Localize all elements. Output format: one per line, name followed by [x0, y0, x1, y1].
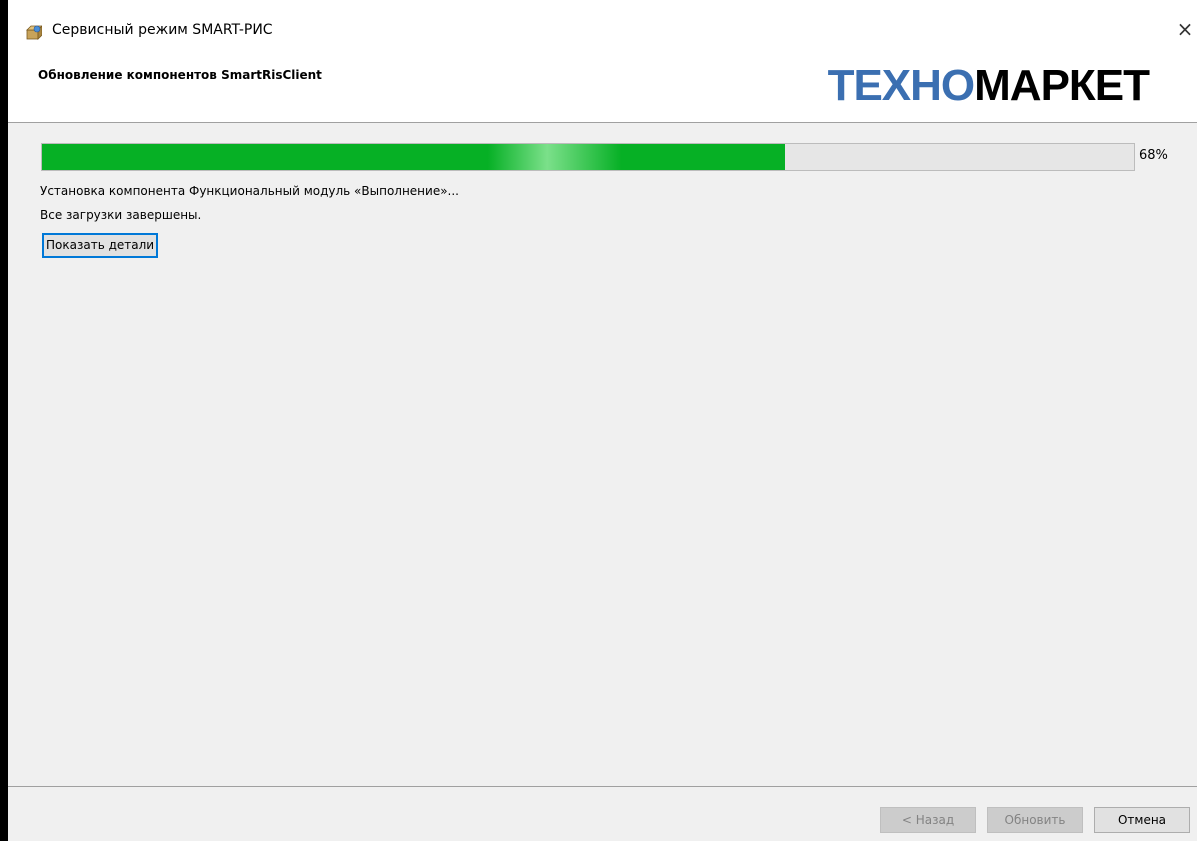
- page-title: Обновление компонентов SmartRisClient: [38, 68, 322, 82]
- footer-divider: [8, 786, 1197, 787]
- show-details-button[interactable]: Показать детали: [42, 233, 159, 258]
- logo-part-market: МАРКЕТ: [974, 61, 1150, 110]
- technomarket-logo: ТЕХНОМАРКЕТ: [827, 61, 1150, 110]
- installer-package-icon: [26, 24, 43, 40]
- progress-percent: 68%: [1139, 148, 1168, 163]
- progress-bar: [41, 143, 1135, 171]
- wizard-content: 68% Установка компонента Функциональный …: [8, 123, 1197, 786]
- logo-part-techno: ТЕХНО: [827, 61, 976, 110]
- progress-bar-fill: [42, 144, 785, 170]
- window-title: Сервисный режим SMART-РИС: [52, 22, 273, 38]
- back-button[interactable]: < Назад: [880, 807, 976, 833]
- status-current-component: Установка компонента Функциональный моду…: [40, 184, 459, 198]
- close-icon[interactable]: ×: [1173, 14, 1197, 44]
- wizard-header: Обновление компонентов SmartRisClient ТЕ…: [8, 58, 1197, 123]
- update-button[interactable]: Обновить: [987, 807, 1083, 833]
- cancel-button[interactable]: Отмена: [1094, 807, 1190, 833]
- status-downloads: Все загрузки завершены.: [40, 208, 202, 222]
- window-edge: [0, 0, 8, 841]
- title-bar: Сервисный режим SMART-РИС ×: [8, 0, 1197, 58]
- service-mode-window: Сервисный режим SMART-РИС × Обновление к…: [0, 0, 1197, 841]
